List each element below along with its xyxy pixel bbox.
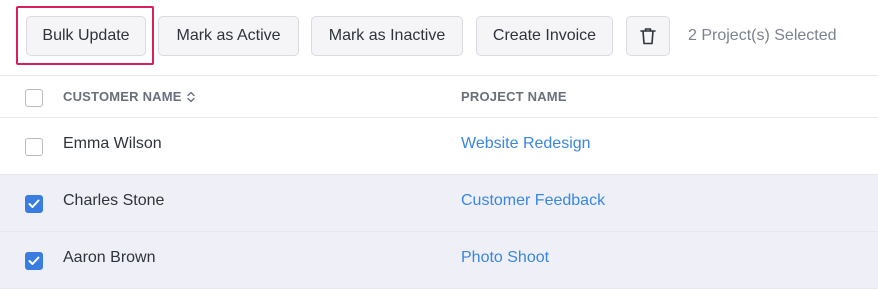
mark-inactive-button[interactable]: Mark as Inactive bbox=[311, 16, 463, 56]
create-invoice-button[interactable]: Create Invoice bbox=[476, 16, 613, 56]
selected-count-label: 2 Project(s) Selected bbox=[688, 27, 837, 44]
checkmark-icon bbox=[28, 199, 40, 208]
project-name-link[interactable]: Customer Feedback bbox=[461, 192, 605, 210]
bulk-update-button[interactable]: Bulk Update bbox=[26, 16, 146, 56]
table-row[interactable]: Emma Wilson Website Redesign bbox=[0, 118, 878, 175]
trash-icon bbox=[640, 28, 656, 45]
customer-name-cell: Emma Wilson bbox=[63, 135, 162, 152]
table-row[interactable]: Aaron Brown Photo Shoot bbox=[0, 232, 878, 289]
project-name-link[interactable]: Photo Shoot bbox=[461, 249, 549, 267]
customer-name-cell: Aaron Brown bbox=[63, 249, 156, 266]
mark-active-button[interactable]: Mark as Active bbox=[158, 16, 299, 56]
sort-icon[interactable] bbox=[186, 91, 195, 103]
customer-name-header-label: CUSTOMER NAME bbox=[63, 89, 182, 104]
table-header: CUSTOMER NAME PROJECT NAME bbox=[0, 77, 878, 118]
select-all-checkbox[interactable] bbox=[25, 89, 43, 107]
row-checkbox[interactable] bbox=[25, 138, 43, 156]
delete-button[interactable] bbox=[626, 16, 670, 56]
customer-name-header[interactable]: CUSTOMER NAME bbox=[63, 89, 195, 104]
table-row[interactable]: Charles Stone Customer Feedback bbox=[0, 175, 878, 232]
project-name-header: PROJECT NAME bbox=[461, 89, 567, 104]
row-checkbox[interactable] bbox=[25, 195, 43, 213]
project-name-link[interactable]: Website Redesign bbox=[461, 135, 591, 153]
checkmark-icon bbox=[28, 256, 40, 265]
bulk-action-toolbar: Bulk Update Mark as Active Mark as Inact… bbox=[0, 0, 878, 76]
row-checkbox[interactable] bbox=[25, 252, 43, 270]
customer-name-cell: Charles Stone bbox=[63, 192, 165, 209]
